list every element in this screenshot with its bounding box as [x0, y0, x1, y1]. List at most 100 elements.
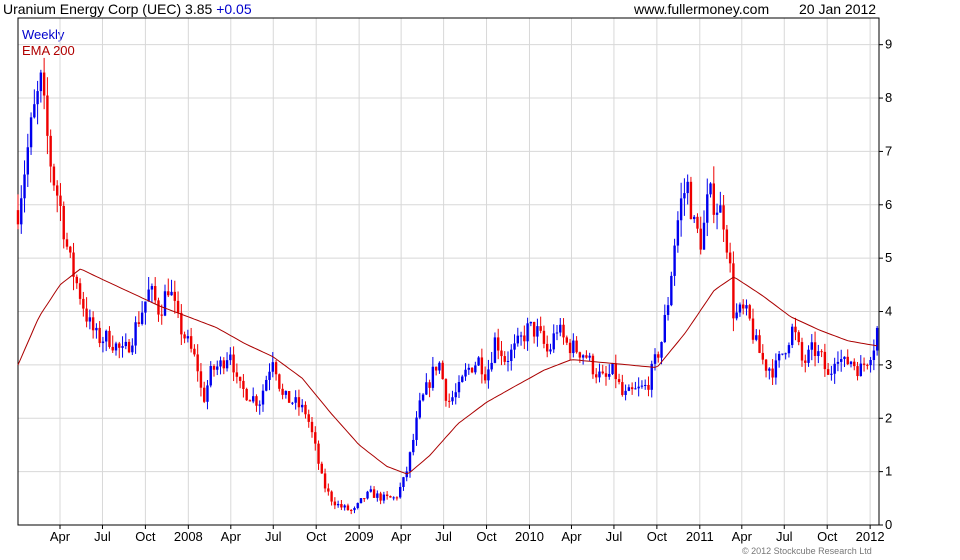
- candle-up: [121, 346, 124, 348]
- candle-down: [297, 397, 301, 408]
- candle-down: [212, 366, 216, 370]
- candle-down: [575, 340, 578, 353]
- candle-up: [791, 326, 794, 346]
- y-tick-label: 4: [885, 304, 892, 319]
- candle-up: [252, 396, 255, 402]
- candle-up: [461, 376, 464, 382]
- candle-up: [686, 181, 689, 194]
- candle-up: [683, 193, 686, 199]
- candle-down: [274, 362, 278, 375]
- candle-up: [843, 356, 846, 360]
- candle-down: [797, 332, 800, 343]
- candle-up: [454, 392, 457, 398]
- candle-down: [173, 291, 176, 301]
- candle-down: [428, 382, 431, 388]
- x-tick-label: 2012: [856, 529, 885, 544]
- candle-down: [503, 356, 506, 362]
- candle-down: [696, 216, 699, 229]
- candle-down: [480, 357, 484, 375]
- candle-up: [291, 402, 294, 404]
- candle-up: [366, 491, 369, 499]
- candle-down: [813, 342, 817, 356]
- candle-up: [140, 312, 144, 324]
- candle-down: [330, 491, 333, 502]
- x-tick-label: 2011: [686, 529, 714, 544]
- candle-down: [327, 488, 330, 492]
- candle-up: [487, 369, 490, 381]
- candle-down: [826, 369, 830, 375]
- candle-up: [735, 312, 738, 319]
- candle-up: [359, 498, 363, 504]
- candle-down: [78, 283, 82, 299]
- candle-up: [219, 360, 222, 367]
- x-tick-label: Oct: [647, 529, 668, 544]
- candle-up: [265, 379, 268, 391]
- candle-up: [588, 355, 591, 358]
- candle-up: [549, 349, 552, 352]
- candle-down: [42, 72, 46, 96]
- candle-up: [608, 373, 611, 377]
- candle-down: [278, 374, 281, 389]
- candle-down: [395, 497, 399, 499]
- candle-down: [568, 342, 572, 354]
- candle-up: [418, 400, 421, 418]
- candle-down: [748, 305, 751, 319]
- candle-up: [451, 397, 454, 402]
- candle-down: [689, 181, 693, 220]
- candle-up: [474, 365, 477, 373]
- candle-up: [634, 388, 637, 390]
- candle-down: [800, 342, 804, 361]
- x-tick-label: Apr: [561, 529, 582, 544]
- candle-up: [836, 361, 840, 364]
- candle-down: [585, 355, 588, 358]
- candle-down: [340, 504, 343, 508]
- candle-down: [846, 356, 849, 365]
- candle-down: [307, 414, 310, 422]
- candle-up: [369, 489, 372, 492]
- candle-up: [781, 353, 784, 355]
- candle-up: [519, 335, 523, 337]
- candle-down: [771, 368, 774, 378]
- candle-up: [33, 104, 36, 118]
- candle-up: [36, 91, 39, 105]
- candle-up: [170, 291, 173, 296]
- candle-up: [849, 361, 853, 365]
- x-tick-label: Oct: [306, 529, 327, 544]
- candle-down: [62, 205, 65, 240]
- candle-up: [216, 366, 219, 370]
- candle-down: [363, 498, 366, 500]
- candle-down: [320, 463, 323, 474]
- candle-down: [722, 205, 725, 230]
- candle-down: [137, 322, 141, 324]
- candle-down: [562, 324, 565, 338]
- price-chart: 0 1 2 3 4 5 6 7 8 9 Apr Jul Oct 2008 Apr Jul Oct 2009 Apr J…: [16, 17, 892, 544]
- candle-up: [209, 366, 212, 386]
- candle-down: [160, 314, 163, 316]
- candle-down: [657, 354, 660, 358]
- candle-up: [787, 345, 791, 354]
- candle-down: [647, 384, 650, 390]
- candle-up: [490, 362, 493, 370]
- candle-up: [673, 245, 676, 276]
- x-tick-label: Oct: [817, 529, 838, 544]
- candle-up: [810, 342, 813, 350]
- candle-up: [702, 222, 706, 250]
- candle-down: [385, 494, 389, 497]
- candle-down: [699, 228, 702, 250]
- y-tick-label: 6: [885, 197, 892, 212]
- candle-up: [627, 387, 631, 391]
- candle-up: [598, 371, 601, 378]
- candle-up: [457, 381, 461, 393]
- candle-down: [203, 387, 206, 402]
- candle-up: [709, 183, 712, 195]
- ema-200-line: [17, 268, 878, 475]
- candle-up: [88, 317, 92, 322]
- candle-up: [343, 505, 346, 508]
- candle-down: [470, 367, 474, 373]
- candle-down: [232, 354, 235, 373]
- x-tick-label: Apr: [391, 529, 412, 544]
- candle-down: [434, 366, 438, 371]
- candle-up: [572, 340, 575, 354]
- candle-up: [660, 342, 663, 358]
- candle-down: [75, 276, 78, 284]
